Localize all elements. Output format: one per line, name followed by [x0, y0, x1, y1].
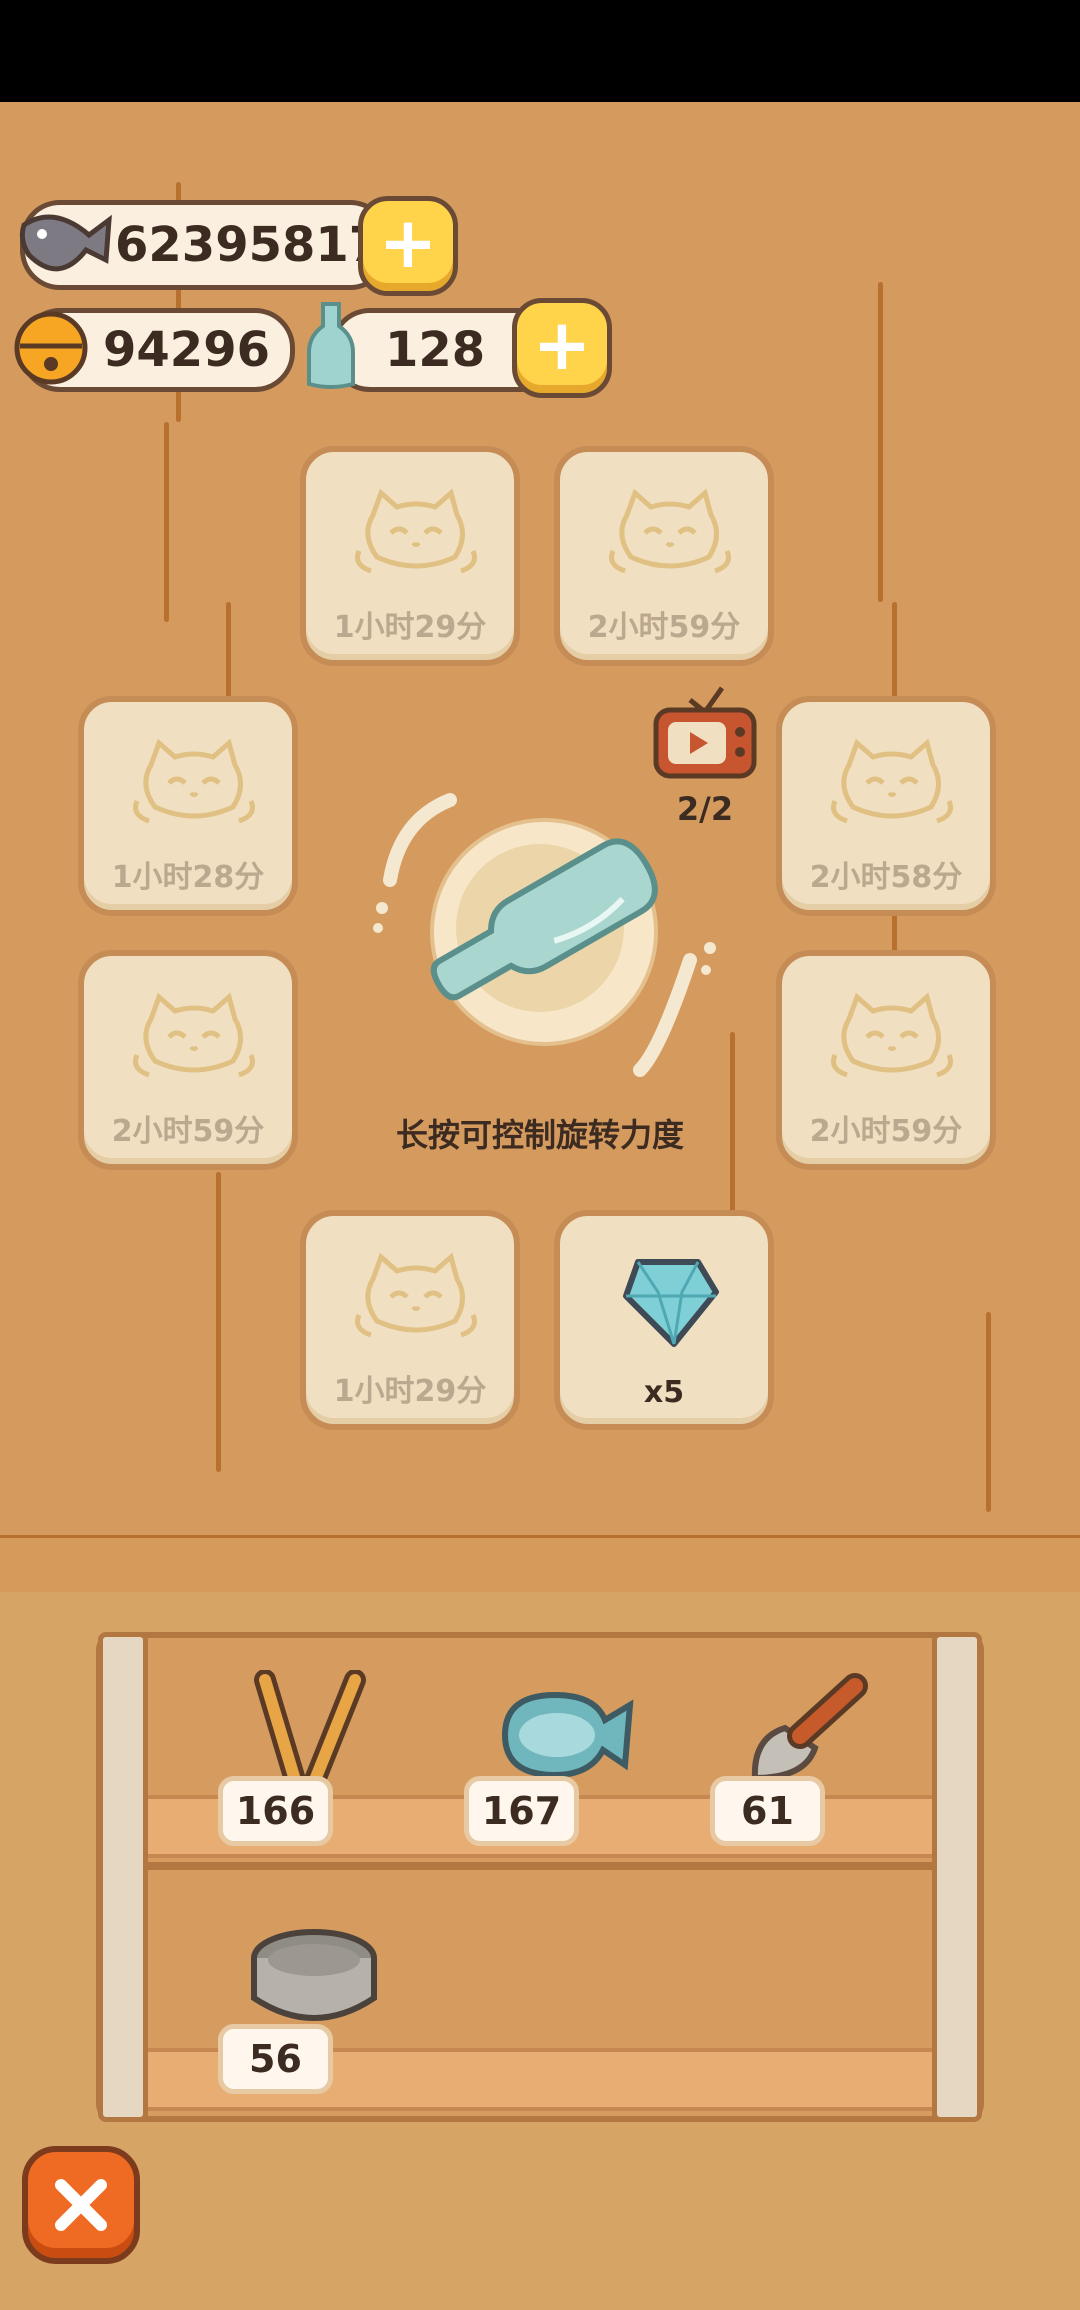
shovel-icon[interactable]	[735, 1668, 885, 1788]
item-count: 166	[218, 1776, 333, 1846]
bell-count: 94296	[103, 322, 270, 378]
cat-placeholder-icon	[351, 1244, 481, 1354]
shelf-post-left	[98, 1632, 148, 2122]
cat-placeholder-icon	[129, 984, 259, 1094]
shelf-post-right	[932, 1632, 982, 2122]
slot-timer: 2小时59分	[809, 1114, 963, 1149]
fish-count: 62395817	[115, 217, 383, 273]
chopsticks-icon[interactable]	[245, 1670, 375, 1790]
slot-1[interactable]: 1小时29分	[300, 446, 520, 666]
item-count: 56	[218, 2024, 333, 2094]
reward-quantity: x5	[643, 1375, 685, 1410]
slot-8-reward[interactable]: x5	[554, 1210, 774, 1430]
fish-plate-icon[interactable]	[485, 1680, 635, 1790]
diamond-icon	[623, 1259, 719, 1347]
slot-5[interactable]: 2小时59分	[78, 950, 298, 1170]
slot-4[interactable]: 2小时58分	[776, 696, 996, 916]
slot-timer: 2小时59分	[111, 1114, 265, 1149]
add-fish-button[interactable]: +	[358, 196, 458, 296]
slot-timer: 2小时58分	[809, 860, 963, 895]
slot-7[interactable]: 1小时29分	[300, 1210, 520, 1430]
cat-placeholder-icon	[129, 730, 259, 840]
slot-6[interactable]: 2小时59分	[776, 950, 996, 1170]
bottle-count: 128	[385, 322, 486, 378]
item-count: 167	[464, 1776, 579, 1846]
wall-baseboard	[0, 1535, 1080, 1597]
slot-3[interactable]: 1小时28分	[78, 696, 298, 916]
slot-timer: 1小时28分	[111, 860, 265, 895]
cat-placeholder-icon	[827, 730, 957, 840]
cat-placeholder-icon	[827, 984, 957, 1094]
close-button[interactable]	[22, 2146, 140, 2264]
slot-timer: 2小时59分	[587, 610, 741, 645]
item-count: 61	[710, 1776, 825, 1846]
hint-text: 长按可控制旋转力度	[395, 1116, 684, 1154]
bowl-icon[interactable]	[244, 1918, 384, 2038]
cat-placeholder-icon	[351, 480, 481, 590]
add-bottle-button[interactable]: +	[512, 298, 612, 398]
status-bar	[0, 0, 1080, 102]
shelf-divider	[140, 1862, 940, 1870]
slot-2[interactable]: 2小时59分	[554, 446, 774, 666]
tv-icon[interactable]	[650, 680, 760, 780]
cat-placeholder-icon	[605, 480, 735, 590]
bottle-icon	[307, 302, 355, 389]
slot-timer: 1小时29分	[333, 1374, 487, 1409]
slot-timer: 1小时29分	[333, 610, 487, 645]
bell-icon	[14, 311, 88, 385]
spin-bottle[interactable]	[405, 826, 675, 1026]
close-icon	[55, 2179, 107, 2231]
fish-icon	[19, 214, 112, 272]
